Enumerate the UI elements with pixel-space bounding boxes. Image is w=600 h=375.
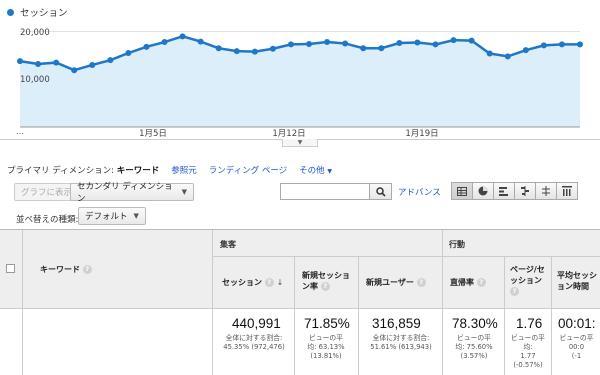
data-point — [396, 40, 403, 46]
sort-type-label: 並べ替えの種類: — [16, 215, 79, 225]
column-header-new-session-rate[interactable]: 新規セッション率 ? — [302, 270, 354, 292]
data-point — [378, 45, 385, 52]
data-point — [324, 39, 331, 46]
primary-dimension-label: プライマリ ディメンション: キーワード — [7, 166, 160, 176]
data-point — [251, 48, 258, 55]
help-icon[interactable]: ? — [82, 265, 92, 274]
data-point — [504, 53, 511, 60]
bar-view-icon[interactable] — [493, 182, 515, 200]
total-bounce-rate-detail: ビューの平 均: 75.60% (3.57%) — [455, 334, 493, 360]
select-all-checkbox[interactable] — [6, 264, 15, 273]
dimension-link-other[interactable]: その他 ▼ — [299, 164, 332, 176]
secondary-dimension-dropdown[interactable]: セカンダリ ディメンション ▼ — [70, 182, 194, 204]
help-icon[interactable]: ? — [264, 278, 274, 287]
column-header-bounce-rate[interactable]: 直帰率 ? — [450, 277, 486, 288]
data-point — [179, 33, 186, 40]
keyword-column-header[interactable]: キーワード ? — [40, 264, 92, 275]
pie-view-icon[interactable] — [472, 182, 494, 200]
data-point — [35, 61, 42, 67]
data-point — [522, 47, 529, 54]
chevron-down-icon: ▼ — [133, 212, 139, 220]
data-point — [468, 37, 475, 44]
data-point — [197, 38, 204, 45]
data-point — [577, 41, 583, 48]
arrow-down-icon: ↓ — [276, 278, 284, 287]
help-icon[interactable]: ? — [416, 278, 426, 287]
table-view-icon[interactable] — [451, 182, 473, 200]
search-icon — [375, 186, 386, 197]
data-point — [414, 39, 421, 46]
table-search-input[interactable] — [280, 183, 370, 200]
data-point — [161, 39, 168, 46]
data-point — [287, 41, 294, 48]
data-point — [107, 57, 114, 64]
column-header-pages-per-session[interactable]: ページ/セッション ? — [510, 264, 548, 297]
data-point — [540, 42, 547, 49]
dimension-link-source[interactable]: 参照元 — [171, 164, 197, 176]
chevron-down-icon: ▼ — [327, 168, 333, 175]
data-point — [125, 50, 132, 57]
chart-legend[interactable]: セッション — [7, 5, 68, 19]
sort-type-dropdown[interactable]: デフォルト ▼ — [78, 207, 146, 225]
pivot-view-icon[interactable] — [535, 182, 557, 200]
total-pages-per-session-detail: ビューの平 均: 1.77 (-0.57%) — [511, 334, 545, 369]
series-color-dot — [7, 8, 14, 16]
data-point — [558, 41, 565, 48]
y-tick-label: 20,000 — [20, 28, 50, 38]
total-bounce-rate: 78.30% — [452, 316, 498, 331]
data-point — [71, 67, 78, 74]
group-behavior: 行動 — [449, 240, 465, 249]
total-new-session-rate-detail: ビューの平 均: 63.13% (13.81%) — [307, 334, 345, 360]
data-table: キーワード ? 集客 行動 セッション ? ↓ 新規セッション率 ? 新規ユーザ… — [0, 229, 600, 375]
total-sessions-detail: 全体に対する割合: 45.35% (972,476) — [223, 334, 285, 351]
table-view-selector — [451, 182, 578, 200]
primary-dimension-bar: プライマリ ディメンション: キーワード 参照元 ランディング ページ その他 … — [7, 164, 332, 176]
data-point — [89, 61, 96, 68]
total-new-session-rate: 71.85% — [304, 316, 350, 331]
total-new-users-detail: 全体に対する割合: 51.61% (613,943) — [370, 334, 432, 351]
total-pages-per-session: 1.76 — [516, 316, 543, 331]
data-point — [143, 43, 150, 50]
comparison-view-icon[interactable] — [514, 182, 536, 200]
total-sessions: 440,991 — [232, 316, 281, 331]
data-point — [215, 45, 222, 52]
data-point — [233, 48, 240, 55]
search-button[interactable] — [370, 183, 392, 200]
data-point — [450, 37, 457, 44]
active-dimension: キーワード — [116, 166, 160, 176]
column-header-avg-session-duration[interactable]: 平均セッション時間 — [557, 270, 600, 292]
data-point — [486, 50, 493, 57]
x-tick-label: 1月12日 — [272, 129, 306, 139]
data-point — [342, 40, 349, 47]
x-tick-label: … — [16, 127, 24, 136]
x-tick-label: 1月19日 — [405, 129, 439, 139]
data-point — [269, 45, 276, 52]
column-header-sessions[interactable]: セッション ? ↓ — [222, 277, 283, 288]
area-fill — [20, 36, 580, 127]
x-tick-label: 1月5日 — [139, 129, 167, 139]
total-avg-session-duration-detail: ビューの平 00:0 (-1 — [559, 334, 594, 360]
help-icon[interactable]: ? — [510, 287, 519, 296]
advanced-filter-link[interactable]: アドバンス — [398, 186, 441, 198]
column-header-new-users[interactable]: 新規ユーザー ? — [366, 277, 426, 288]
term-cloud-icon[interactable] — [556, 182, 578, 200]
chevron-down-icon: ▼ — [181, 188, 187, 196]
data-point — [306, 40, 313, 47]
help-icon[interactable]: ? — [320, 282, 330, 291]
help-icon[interactable]: ? — [476, 278, 486, 287]
triangle-down-icon: ▼ — [297, 139, 303, 146]
legend-label: セッション — [20, 8, 68, 19]
group-acquisition: 集客 — [220, 240, 236, 249]
total-avg-session-duration: 00:01: — [558, 316, 596, 331]
y-tick-label: 10,000 — [20, 75, 50, 85]
dimension-link-landing-page[interactable]: ランディング ページ — [209, 164, 287, 176]
data-point — [53, 59, 60, 66]
data-point — [360, 45, 367, 52]
total-new-users: 316,859 — [372, 316, 421, 331]
data-point — [432, 41, 439, 48]
collapse-chart-toggle[interactable]: ▼ — [282, 139, 318, 147]
data-point — [17, 58, 23, 65]
